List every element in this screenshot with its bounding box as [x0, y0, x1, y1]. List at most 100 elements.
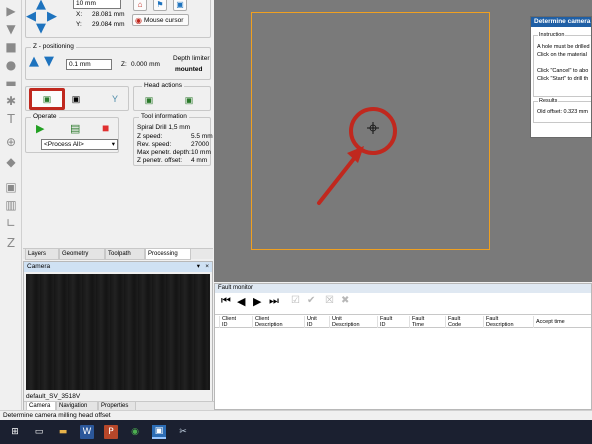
chrome-icon[interactable]: ◉ — [128, 425, 142, 439]
angle-tool-icon[interactable]: ∟ — [4, 216, 18, 230]
rectangle-tool-icon[interactable]: ■ — [4, 40, 18, 54]
fault-table-header: Client ID Client Description Unit ID Unit De… — [215, 314, 591, 328]
next-icon[interactable]: ▶ — [253, 295, 261, 308]
column-header-line2: ID — [380, 322, 386, 328]
home-button[interactable]: ⌂ — [133, 0, 147, 11]
tab-processing[interactable]: Processing — [145, 249, 191, 260]
arrow-up-icon[interactable]: ▲ — [36, 0, 46, 12]
process-select-value: <Process All> — [44, 141, 84, 148]
instruction-group: Instruction A hole must be drilled Click… — [533, 32, 591, 97]
xy-group: ▲ ◀ ▶ ▼ 10 mm X: 28.081 mm Y: 29.084 mm … — [25, 0, 211, 38]
powerpoint-icon[interactable]: P — [104, 425, 118, 439]
panel-tabs: Layers Geometry Toolpath Processing — [23, 248, 213, 260]
accept-selected-icon[interactable]: ☑ — [291, 295, 300, 306]
dialog-title: Determine camera — [531, 17, 591, 27]
column-header[interactable]: Client ID — [219, 316, 236, 328]
align-tool-icon[interactable]: ▥ — [4, 198, 18, 212]
column-header[interactable]: Fault ID — [377, 316, 392, 328]
head-down-button[interactable]: ▣ — [142, 93, 156, 107]
mouse-cursor-button[interactable]: ◉ Mouse cursor — [132, 14, 189, 26]
camera-button[interactable]: ▣ — [69, 91, 83, 107]
asterisk-tool-icon[interactable]: ✱ — [4, 94, 18, 108]
tab-geometry[interactable]: Geometry — [59, 249, 105, 260]
tab-label: Layers — [28, 251, 47, 257]
text-tool-icon[interactable]: T — [4, 112, 18, 126]
z-down-icon[interactable]: ▼ — [44, 54, 54, 69]
xy-step-input[interactable]: 10 mm — [73, 0, 121, 9]
column-header[interactable]: Fault Time — [409, 316, 424, 328]
tool-change-button[interactable]: Y — [108, 91, 122, 107]
delete-selected-icon[interactable]: ☒ — [325, 295, 334, 306]
head-actions-group: Head actions ▣ ▣ — [133, 82, 211, 111]
tab-layers[interactable]: Layers — [25, 249, 59, 260]
determine-camera-dialog: Determine camera Instruction A hole must… — [530, 16, 592, 138]
column-header[interactable]: Unit ID — [304, 316, 317, 328]
process-select[interactable]: <Process All> ▾ — [41, 139, 118, 150]
fill-tool-icon[interactable]: ◆ — [4, 155, 18, 169]
delete-all-icon[interactable]: ✖ — [341, 295, 349, 306]
z-step-input[interactable]: 0.1 mm — [66, 59, 112, 70]
pointer-tool-icon[interactable]: ▶ — [4, 4, 18, 18]
tool-name: Spiral Drill 1,5 mm — [137, 124, 191, 131]
operate-label: Operate — [31, 113, 59, 120]
fault-monitor-title: Fault monitor — [215, 284, 591, 293]
column-header-line2: Code — [448, 322, 462, 328]
previous-icon[interactable]: ◀ — [237, 295, 245, 308]
goto-button[interactable]: ⚑ — [153, 0, 167, 11]
results-group: Results Old offset: 0.323 mm — [533, 98, 591, 123]
arrow-left-icon[interactable]: ◀ — [26, 9, 36, 24]
head-run-button[interactable]: ▣ — [182, 93, 196, 107]
word-icon[interactable]: W — [80, 425, 94, 439]
z-up-icon[interactable]: ▲ — [29, 54, 39, 69]
column-header-line2: Time — [412, 322, 425, 328]
accept-all-icon[interactable]: ✔ — [307, 295, 315, 306]
tab-label: Processing — [148, 251, 178, 257]
camera-name: default_SV_3518V — [26, 393, 81, 400]
head-down-icon: ▣ — [144, 94, 154, 105]
step-icon[interactable]: ▤ — [70, 122, 80, 135]
stop-icon[interactable]: ■ — [102, 121, 109, 135]
pin-icon[interactable]: ▾ — [197, 262, 200, 272]
windows-start-icon[interactable]: ⊞ — [8, 425, 22, 439]
square-tool-icon[interactable]: ▬ — [4, 76, 18, 90]
last-icon[interactable]: ⏭ — [269, 295, 279, 308]
measure-tool-icon[interactable]: Z — [4, 236, 18, 250]
park-button[interactable]: ▣ — [173, 0, 187, 11]
file-explorer-icon[interactable]: ▬ — [56, 425, 70, 439]
camera-actions-group: ▣ ▣ Y — [25, 86, 129, 111]
column-header[interactable]: Client Description — [252, 316, 283, 328]
taskbar: ⊞ ▭ ▬ W P ◉ ▣ ✂ — [0, 420, 592, 444]
tool-info-label: Tool information — [139, 113, 189, 120]
camera-tool-icon[interactable]: ▣ — [4, 180, 18, 194]
tab-toolpath[interactable]: Toolpath — [105, 249, 145, 260]
determine-camera-button[interactable]: ▣ — [29, 88, 65, 110]
camera-view — [26, 274, 210, 390]
tab-label: Geometry — [62, 251, 89, 257]
arrow-down-icon[interactable]: ▼ — [36, 21, 46, 36]
column-header[interactable]: Fault Description — [483, 316, 514, 328]
column-header[interactable]: Fault Code — [445, 316, 461, 328]
column-header[interactable]: Accept time — [533, 316, 565, 328]
instruction-label: Instruction — [538, 32, 566, 38]
app-taskbar-icon[interactable]: ▣ — [152, 425, 166, 439]
depth-limiter-value: mounted — [175, 66, 203, 73]
snip-tool-icon[interactable]: ✂ — [176, 425, 190, 439]
z-positioning-group: Z - positioning ▲ ▼ 0.1 mm Z: 0.000 mm D… — [25, 43, 211, 80]
triangle-tool-icon[interactable]: ▼ — [4, 22, 18, 36]
old-offset-text: Old offset: 0.323 mm — [537, 109, 588, 115]
camera-panel: Camera ▾ × default_SV_3518V Camera Navig… — [23, 261, 214, 411]
depth-limiter-label: Depth limiter — [173, 55, 210, 62]
crosshair-tool-icon[interactable]: ⊕ — [4, 135, 18, 149]
status-bar: Determine camera milling head offset — [0, 410, 592, 420]
close-icon[interactable]: × — [205, 262, 209, 272]
instruction-line: Click "Cancel" to abo — [537, 68, 589, 74]
first-icon[interactable]: ⏮ — [221, 295, 231, 308]
drill-icon: Y — [111, 94, 118, 104]
arrow-right-icon[interactable]: ▶ — [47, 9, 57, 24]
camera-panel-title: Camera ▾ × — [24, 262, 212, 272]
circle-tool-icon[interactable]: ● — [4, 58, 18, 72]
start-icon[interactable]: ▶ — [36, 122, 44, 135]
column-header[interactable]: Unit Description — [329, 316, 360, 328]
column-header-line2: ID — [222, 322, 228, 328]
task-view-icon[interactable]: ▭ — [32, 425, 46, 439]
